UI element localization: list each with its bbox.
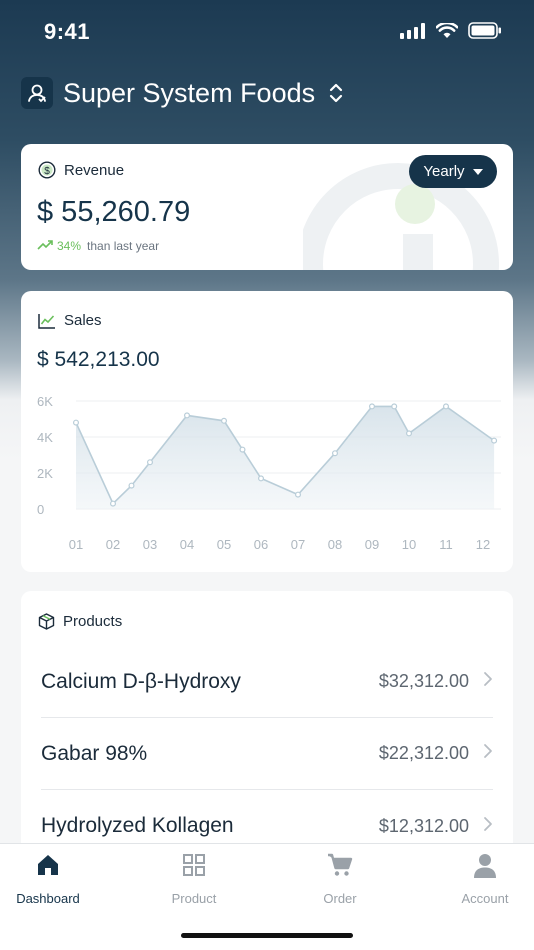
box-icon [38,613,55,630]
sales-area [76,406,495,509]
line-chart-icon [38,313,56,329]
y-tick-label: 0 [37,502,44,517]
products-card: Products Calcium D-β-Hydroxy $32,312.00 … [21,591,513,851]
revenue-amount: $ 55,260.79 [37,196,191,228]
status-bar: 9:41 [0,0,534,60]
sales-point [391,403,398,410]
sales-point [369,403,376,410]
tab-account[interactable]: Account [435,852,534,906]
revenue-change: 34% than last year [37,239,159,253]
x-tick-label: 04 [180,537,194,552]
period-dropdown-button[interactable]: Yearly [409,155,497,188]
svg-text:$: $ [44,166,50,177]
sales-point [221,417,228,424]
person-icon [472,852,498,883]
status-icons [400,21,502,44]
product-name: Calcium D-β-Hydroxy [41,669,241,693]
home-indicator [181,933,353,938]
product-name: Gabar 98% [41,741,148,765]
sales-point [72,419,79,426]
trend-up-icon [37,239,53,253]
chevron-right-icon [483,671,493,692]
revenue-title: $ Revenue [38,161,124,179]
product-price: $32,312.00 [378,671,469,691]
x-tick-label: 07 [291,537,305,552]
tab-label: Dashboard [16,891,80,906]
product-price: $22,312.00 [378,743,469,763]
signal-icon [400,22,426,44]
period-label: Yearly [423,163,465,180]
status-time: 9:41 [44,19,91,44]
sales-point [443,403,450,410]
x-tick-label: 08 [328,537,342,552]
battery-icon [468,22,502,44]
x-tick-label: 06 [254,537,268,552]
y-tick-label: 4K [37,430,53,445]
cart-icon [326,852,354,883]
sales-card: Sales $ 542,213.00 6K 4K 2K 0 01 02 03 04 05 06 07… [21,291,513,572]
wifi-icon [435,21,459,44]
x-tick-label: 05 [217,537,231,552]
sales-point [295,491,302,498]
y-tick-label: 2K [37,466,53,481]
tab-product[interactable]: Product [144,852,244,906]
tab-order[interactable]: Order [290,852,390,906]
sales-point [239,446,246,453]
home-icon [35,852,61,883]
sales-point [146,459,153,466]
revenue-change-note: than last year [87,239,160,253]
x-tick-label: 11 [439,537,453,552]
x-tick-label: 01 [69,537,83,552]
products-title: Products [38,613,122,630]
chevron-right-icon [483,743,493,764]
product-price: $12,312.00 [378,815,469,836]
chevron-right-icon [483,816,493,837]
x-tick-label: 03 [143,537,157,552]
sales-point [406,430,413,437]
tab-label: Account [461,891,509,906]
sales-title: Sales [38,312,102,329]
grid-icon [181,852,207,883]
org-avatar-icon [21,77,53,109]
switch-org-icon[interactable] [329,82,343,104]
sales-amount: $ 542,213.00 [37,348,160,371]
sales-point [491,437,498,444]
sales-chart: 6K 4K 2K 0 01 02 03 04 05 06 07 08 09 10 11 12 [37,394,501,552]
org-header[interactable]: Super System Foods [21,75,513,111]
tab-label: Order [323,891,357,906]
revenue-label: Revenue [64,161,125,179]
product-name: Hydrolyzed Kollagen [41,814,234,837]
org-name[interactable]: Super System Foods [63,78,315,109]
tab-label: Product [171,891,217,906]
caret-down-icon [472,168,483,175]
products-label: Products [63,613,123,630]
x-tick-label: 02 [106,537,120,552]
sales-point [128,482,135,489]
x-tick-label: 12 [476,537,490,552]
revenue-change-pct: 34% [57,239,82,253]
product-row[interactable]: Calcium D-β-Hydroxy $32,312.00 [41,646,493,718]
x-tick-label: 10 [402,537,416,552]
x-tick-label: 09 [365,537,379,552]
dollar-circle-icon: $ [38,161,56,179]
sales-point [332,450,339,457]
revenue-card: $ Revenue Yearly $ 55,260.79 34% than la… [21,144,513,270]
sales-point [184,412,191,419]
sales-point [258,475,265,482]
y-tick-label: 6K [37,394,53,409]
sales-point [109,500,116,507]
tab-dashboard[interactable]: Dashboard [0,852,98,906]
sales-label: Sales [64,312,102,329]
product-row[interactable]: Gabar 98% $22,312.00 [41,718,493,790]
product-row[interactable]: Hydrolyzed Kollagen $12,312.00 [41,790,493,851]
